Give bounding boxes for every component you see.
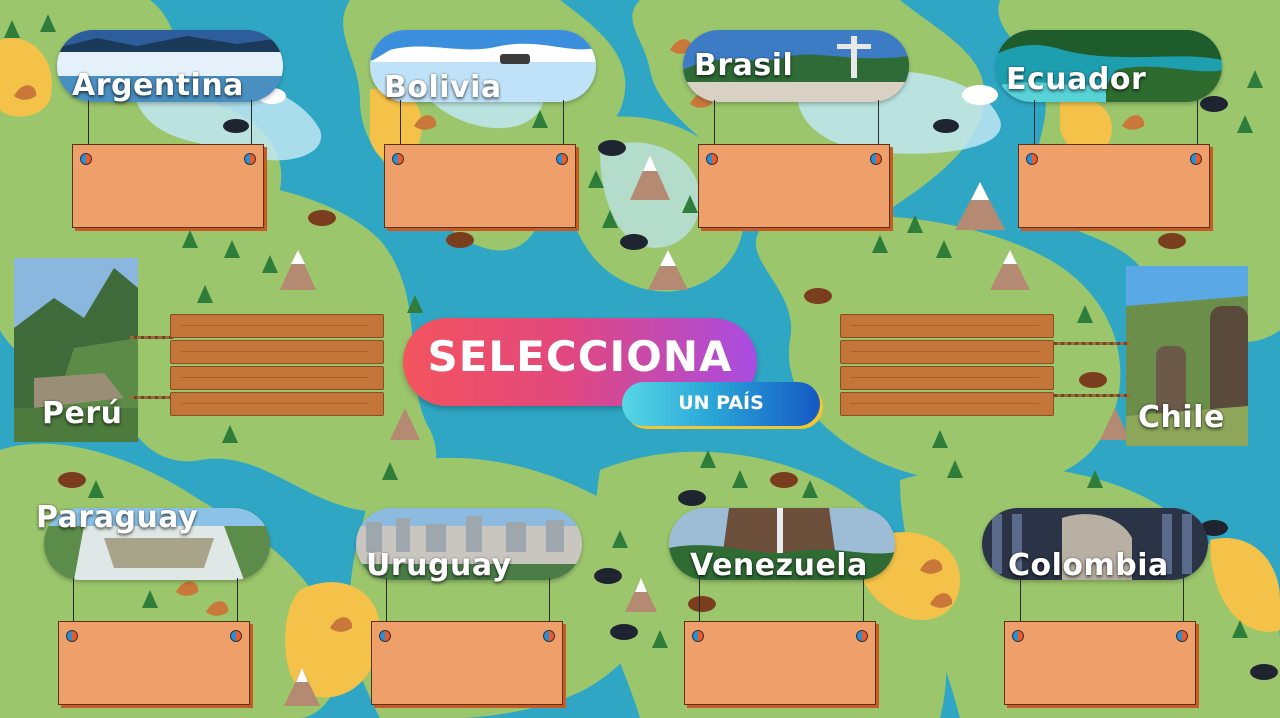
pin-icon [870,153,882,165]
rope [1050,394,1130,397]
pin-icon [230,630,242,642]
paraguay-label: Paraguay [36,500,199,535]
argentina-label: Argentina [72,68,244,103]
paraguay-answer-sign[interactable] [58,621,250,705]
brasil-label: Brasil [694,48,794,83]
pin-icon [392,153,404,165]
pin-icon [80,153,92,165]
chile-answer-sign[interactable] [840,314,1054,418]
uruguay-answer-sign[interactable] [371,621,563,705]
colombia-answer-sign[interactable] [1004,621,1196,705]
pin-icon [543,630,555,642]
pin-icon [1012,630,1024,642]
pin-icon [856,630,868,642]
subtitle-banner: UN PAÍS [622,382,820,426]
pin-icon [244,153,256,165]
pin-icon [1190,153,1202,165]
brasil-answer-sign[interactable] [698,144,890,228]
ecuador-label: Ecuador [1006,62,1147,97]
pin-icon [379,630,391,642]
pin-icon [1026,153,1038,165]
pin-icon [692,630,704,642]
ecuador-answer-sign[interactable] [1018,144,1210,228]
pin-icon [66,630,78,642]
bolivia-label: Bolivia [384,70,502,105]
peru-label: Perú [42,396,123,431]
rope [130,396,174,399]
rope [1050,342,1130,345]
pin-icon [1176,630,1188,642]
uruguay-label: Uruguay [366,548,512,583]
chile-label: Chile [1138,400,1225,435]
rope [130,336,174,339]
subtitle-text: UN PAÍS [678,392,764,414]
venezuela-label: Venezuela [690,548,868,583]
peru-answer-sign[interactable] [170,314,384,418]
bolivia-answer-sign[interactable] [384,144,576,228]
pin-icon [556,153,568,165]
argentina-answer-sign[interactable] [72,144,264,228]
colombia-label: Colombia [1008,548,1169,583]
pin-icon [706,153,718,165]
venezuela-answer-sign[interactable] [684,621,876,705]
title-text: SELECCIONA [427,332,733,381]
